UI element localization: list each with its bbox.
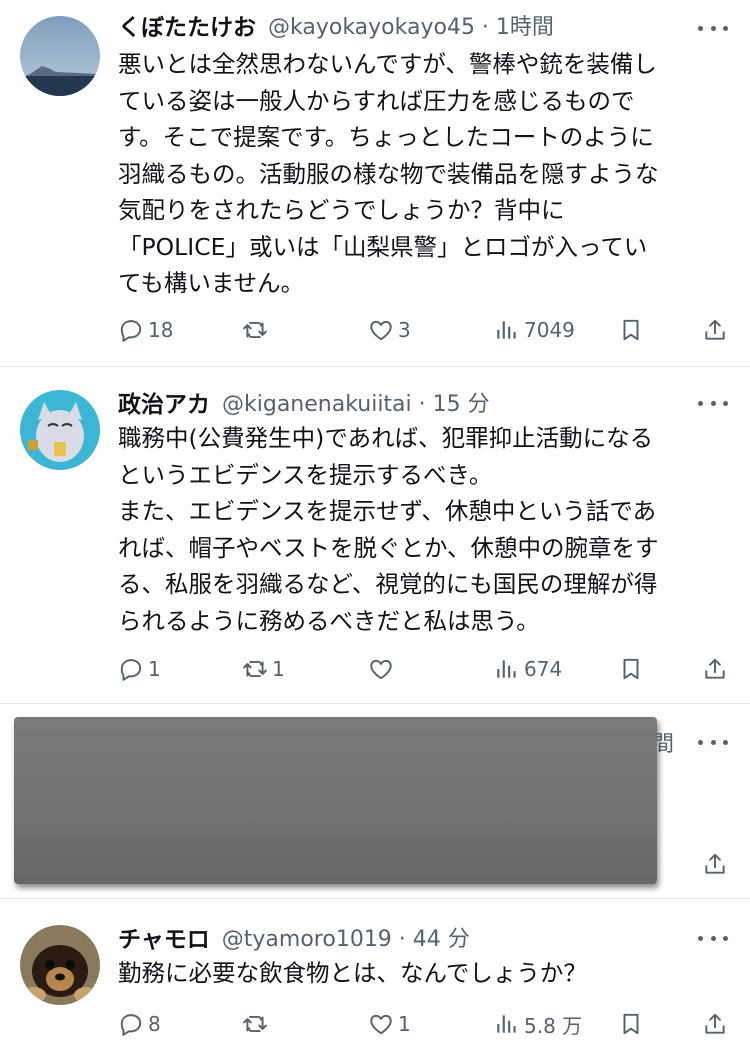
bookmark-icon xyxy=(623,319,639,341)
tweet-2[interactable]: 政治アカ @kiganenakuiitai · 15 分 職務中(公費発生中)で… xyxy=(0,367,750,703)
display-name[interactable]: 政治アカ xyxy=(118,385,210,419)
tweet-text: 勤務に必要な飲食物とは、なんでしょうか？ xyxy=(118,959,587,987)
avatar[interactable] xyxy=(20,925,100,1005)
retweet-icon xyxy=(243,660,267,678)
display-name[interactable]: チャモロ xyxy=(118,920,210,954)
like-count: 3 xyxy=(398,318,411,342)
share-icon xyxy=(705,1013,725,1034)
more-icon[interactable] xyxy=(698,732,728,752)
views-icon xyxy=(497,1015,516,1033)
retweet-icon xyxy=(243,1015,267,1033)
tweet-header: チャモロ @tyamoro1019 · 44 分 xyxy=(118,917,470,957)
share-icon xyxy=(705,319,725,340)
view-count: 674 xyxy=(524,657,563,681)
redaction-block xyxy=(14,717,657,884)
avatar[interactable] xyxy=(20,16,100,96)
like-icon xyxy=(370,659,392,680)
like-count: 1 xyxy=(398,1012,411,1036)
reply-icon xyxy=(120,320,142,342)
views-button[interactable]: 5.8 万 xyxy=(494,1004,582,1044)
bookmark-icon xyxy=(623,1013,639,1035)
share-icon xyxy=(705,658,725,679)
tweet-1[interactable]: くぼたたけお @kayokayokayo45 · 1時間 悪いとは全然思わないん… xyxy=(0,0,750,366)
bookmark-button[interactable] xyxy=(618,649,644,689)
share-button[interactable] xyxy=(702,310,728,350)
tweet-header: くぼたたけお @kayokayokayo45 · 1時間 xyxy=(118,5,554,45)
tweet-4[interactable]: チャモロ @tyamoro1019 · 44 分 勤務に必要な飲食物とは、なんで… xyxy=(0,899,750,1049)
bookmark-button[interactable] xyxy=(618,310,644,350)
reply-icon xyxy=(120,1014,142,1036)
like-icon xyxy=(370,320,392,341)
views-button[interactable]: 674 xyxy=(494,649,562,689)
share-icon xyxy=(705,853,725,874)
avatar-image xyxy=(20,16,100,96)
reply-button[interactable]: 8 xyxy=(118,1004,161,1044)
avatar-image xyxy=(20,390,100,470)
share-button[interactable] xyxy=(702,649,728,689)
display-name[interactable]: くぼたたけお xyxy=(118,8,256,42)
more-icon[interactable] xyxy=(698,393,728,413)
share-button[interactable] xyxy=(702,844,728,884)
reply-button[interactable]: 18 xyxy=(118,310,173,350)
share-button[interactable] xyxy=(702,1004,728,1044)
action-bar: 18 3 7049 xyxy=(118,310,730,350)
view-count: 5.8 万 xyxy=(524,1013,583,1038)
handle-time[interactable]: @tyamoro1019 · 44 分 xyxy=(222,921,470,953)
reply-count: 18 xyxy=(148,318,174,342)
views-icon xyxy=(497,660,516,678)
retweet-button[interactable] xyxy=(242,310,272,350)
action-bar: 1 1 674 xyxy=(118,649,730,689)
views-icon xyxy=(497,321,516,339)
bookmark-icon xyxy=(623,658,639,680)
like-button[interactable]: 1 xyxy=(368,1004,411,1044)
reply-button[interactable]: 1 xyxy=(118,649,161,689)
retweet-button[interactable] xyxy=(242,1004,272,1044)
retweet-icon xyxy=(243,321,267,339)
reply-count: 8 xyxy=(148,1012,161,1036)
handle-time[interactable]: @kayokayokayo45 · 1時間 xyxy=(268,9,554,41)
bookmark-button[interactable] xyxy=(618,1004,644,1044)
avatar[interactable] xyxy=(20,390,100,470)
reply-count: 1 xyxy=(148,657,161,681)
like-icon xyxy=(370,1014,392,1035)
retweet-count: 1 xyxy=(272,657,285,681)
tweet-header: 政治アカ @kiganenakuiitai · 15 分 xyxy=(118,382,490,422)
handle-time[interactable]: @kiganenakuiitai · 15 分 xyxy=(222,386,490,418)
more-icon[interactable] xyxy=(698,928,728,948)
tweet-text: 職務中(公費発生中)であれば、犯罪抑止活動になる というエビデンスを提示するべき… xyxy=(118,424,659,635)
action-bar: 8 1 5.8 万 xyxy=(118,1004,730,1044)
view-count: 7049 xyxy=(524,318,575,342)
reply-icon xyxy=(120,659,142,681)
tweet-text: 悪いとは全然思わないんですが、警棒や銃を装備し ている姿は一般人からすれば圧力を… xyxy=(118,50,659,297)
avatar-image xyxy=(20,925,100,1005)
views-button[interactable]: 7049 xyxy=(494,310,575,350)
retweet-button[interactable]: 1 xyxy=(242,649,285,689)
like-button[interactable] xyxy=(368,649,398,689)
more-icon[interactable] xyxy=(698,18,728,38)
like-button[interactable]: 3 xyxy=(368,310,411,350)
